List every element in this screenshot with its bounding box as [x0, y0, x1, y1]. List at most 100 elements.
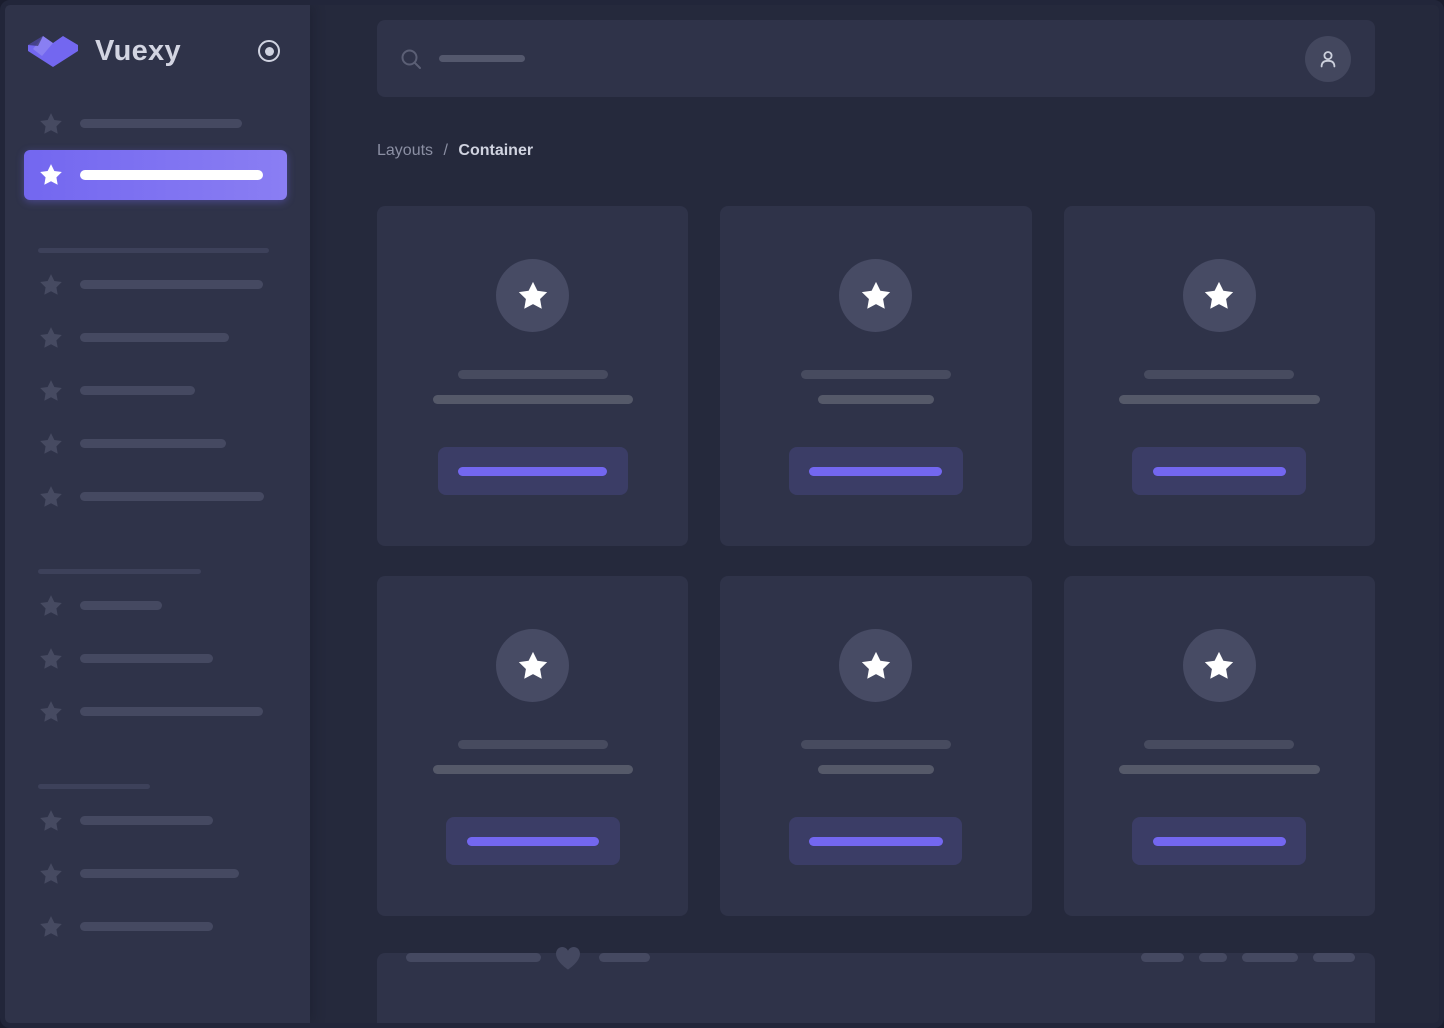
menu-label-placeholder: [80, 869, 239, 878]
card-button-label-placeholder: [466, 836, 599, 846]
star-icon: [861, 651, 891, 679]
footer-placeholder-bar: [406, 953, 541, 962]
menu-section-header-placeholder: [38, 784, 150, 789]
card-button-label-placeholder: [1152, 836, 1286, 846]
sidebar-item[interactable]: [5, 97, 310, 150]
footer-placeholder-bar: [1199, 953, 1227, 962]
sidebar-item[interactable]: [5, 417, 310, 470]
footer-placeholder-bar: [1242, 953, 1298, 962]
sidebar-item[interactable]: [5, 794, 310, 847]
sidebar-menu: [5, 97, 310, 953]
sidebar-item[interactable]: [5, 685, 310, 738]
star-icon: [40, 647, 62, 669]
star-icon: [861, 281, 891, 309]
main-content: Layouts / Container: [310, 5, 1439, 1023]
brand-title: Vuexy: [95, 34, 181, 67]
star-icon: [40, 432, 62, 454]
star-icon: [40, 112, 62, 134]
menu-label-placeholder: [80, 707, 263, 716]
card-avatar-circle: [496, 259, 570, 332]
sidebar-item[interactable]: [5, 311, 310, 364]
menu-label-placeholder: [80, 492, 264, 501]
sidebar-item[interactable]: [5, 470, 310, 523]
card-button-placeholder[interactable]: [1132, 817, 1307, 865]
card-avatar-circle: [496, 629, 570, 702]
card-button-label-placeholder: [1152, 466, 1286, 476]
card-button-placeholder[interactable]: [789, 817, 963, 865]
menu-label-placeholder: [80, 386, 195, 395]
heart-icon: [554, 945, 582, 971]
card-avatar-circle: [1182, 629, 1256, 702]
star-icon: [40, 379, 62, 401]
star-icon: [1205, 651, 1234, 679]
footer-placeholder-bar: [599, 953, 650, 962]
placeholder-card: [720, 206, 1032, 546]
footer-placeholder-bar: [1313, 953, 1355, 962]
card-title-placeholder: [800, 740, 951, 749]
footer-row: [406, 946, 1355, 969]
placeholder-card: [377, 576, 689, 916]
card-button-placeholder[interactable]: [1132, 447, 1307, 495]
sidebar-item[interactable]: [5, 579, 310, 632]
breadcrumb: Layouts / Container: [377, 141, 1375, 161]
user-icon: [1320, 50, 1336, 67]
card-subtitle-placeholder: [432, 395, 633, 404]
card-button-label-placeholder: [809, 466, 943, 476]
star-icon: [40, 700, 62, 722]
footer-right-group: [1141, 953, 1355, 962]
menu-section-header-placeholder: [38, 248, 269, 253]
record-circle-icon[interactable]: [258, 40, 280, 62]
star-icon: [1205, 281, 1234, 309]
user-avatar[interactable]: [1305, 35, 1351, 82]
placeholder-card: [1063, 576, 1375, 916]
card-title-placeholder: [1144, 370, 1295, 379]
menu-label-placeholder: [80, 119, 242, 128]
card-button-placeholder[interactable]: [445, 817, 620, 865]
menu-label-placeholder: [80, 333, 229, 342]
sidebar-item[interactable]: [5, 632, 310, 685]
star-icon: [40, 326, 62, 348]
card-button-label-placeholder: [458, 466, 608, 476]
card-subtitle-placeholder: [817, 765, 934, 774]
sidebar-item[interactable]: [5, 900, 310, 953]
placeholder-card: [377, 206, 689, 546]
star-icon: [40, 862, 62, 884]
card-subtitle-placeholder: [817, 395, 934, 404]
search-bar[interactable]: [377, 20, 1375, 97]
card-button-placeholder[interactable]: [788, 447, 963, 495]
card-avatar-circle: [839, 629, 913, 702]
star-icon: [40, 273, 62, 295]
card-subtitle-placeholder: [432, 765, 633, 774]
card-avatar-circle: [1182, 259, 1256, 332]
search-icon: [401, 49, 421, 69]
menu-label-placeholder: [80, 816, 213, 825]
card-grid: [377, 206, 1375, 916]
placeholder-card: [720, 576, 1032, 916]
star-icon: [518, 281, 547, 309]
footer-card: [377, 946, 1375, 1023]
sidebar-item[interactable]: [5, 364, 310, 417]
star-icon: [40, 594, 62, 616]
placeholder-card: [1063, 206, 1375, 546]
menu-label-placeholder: [80, 601, 162, 610]
breadcrumb-parent[interactable]: Layouts: [377, 142, 433, 159]
card-button-label-placeholder: [808, 836, 943, 846]
menu-label-placeholder: [80, 280, 263, 289]
menu-label-placeholder: [80, 439, 226, 448]
sidebar: Vuexy: [5, 5, 310, 1023]
card-subtitle-placeholder: [1118, 765, 1320, 774]
sidebar-item[interactable]: [5, 847, 310, 900]
card-title-placeholder: [1144, 740, 1295, 749]
card-title-placeholder: [457, 370, 608, 379]
search-placeholder-bar: [439, 55, 525, 62]
menu-label-placeholder: [80, 654, 213, 663]
card-button-placeholder[interactable]: [437, 447, 628, 495]
card-title-placeholder: [457, 740, 608, 749]
star-icon: [40, 915, 62, 937]
star-icon: [40, 164, 62, 185]
card-avatar-circle: [839, 259, 913, 332]
sidebar-item-active[interactable]: [24, 150, 287, 200]
sidebar-item[interactable]: [5, 258, 310, 311]
card-title-placeholder: [800, 370, 951, 379]
vuexy-logo-icon: [28, 36, 78, 67]
